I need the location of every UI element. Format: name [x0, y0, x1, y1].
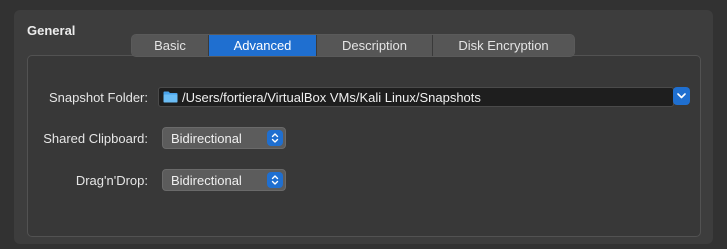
drag-n-drop-value: Bidirectional	[171, 172, 242, 188]
up-down-arrows-icon	[267, 172, 283, 188]
tab-disk-encryption[interactable]: Disk Encryption	[433, 35, 574, 56]
shared-clipboard-select[interactable]: Bidirectional	[162, 127, 286, 149]
tab-bar: Basic Advanced Description Disk Encrypti…	[131, 34, 575, 57]
section-title: General	[27, 23, 76, 38]
snapshot-folder-path: /Users/fortiera/VirtualBox VMs/Kali Linu…	[182, 89, 481, 105]
drag-n-drop-select[interactable]: Bidirectional	[162, 169, 286, 191]
snapshot-folder-dropdown-button[interactable]	[673, 87, 690, 105]
snapshot-folder-field[interactable]: /Users/fortiera/VirtualBox VMs/Kali Linu…	[158, 87, 674, 107]
drag-n-drop-label: Drag'n'Drop:	[75, 173, 148, 188]
folder-icon	[163, 91, 178, 103]
tab-basic[interactable]: Basic	[132, 35, 209, 56]
up-down-arrows-icon	[267, 130, 283, 146]
settings-panel	[27, 55, 701, 237]
shared-clipboard-value: Bidirectional	[171, 130, 242, 146]
chevron-down-icon	[677, 93, 686, 99]
snapshot-folder-label: Snapshot Folder:	[48, 90, 148, 105]
shared-clipboard-label: Shared Clipboard:	[43, 131, 148, 146]
tab-advanced[interactable]: Advanced	[209, 35, 317, 56]
tab-description[interactable]: Description	[317, 35, 433, 56]
